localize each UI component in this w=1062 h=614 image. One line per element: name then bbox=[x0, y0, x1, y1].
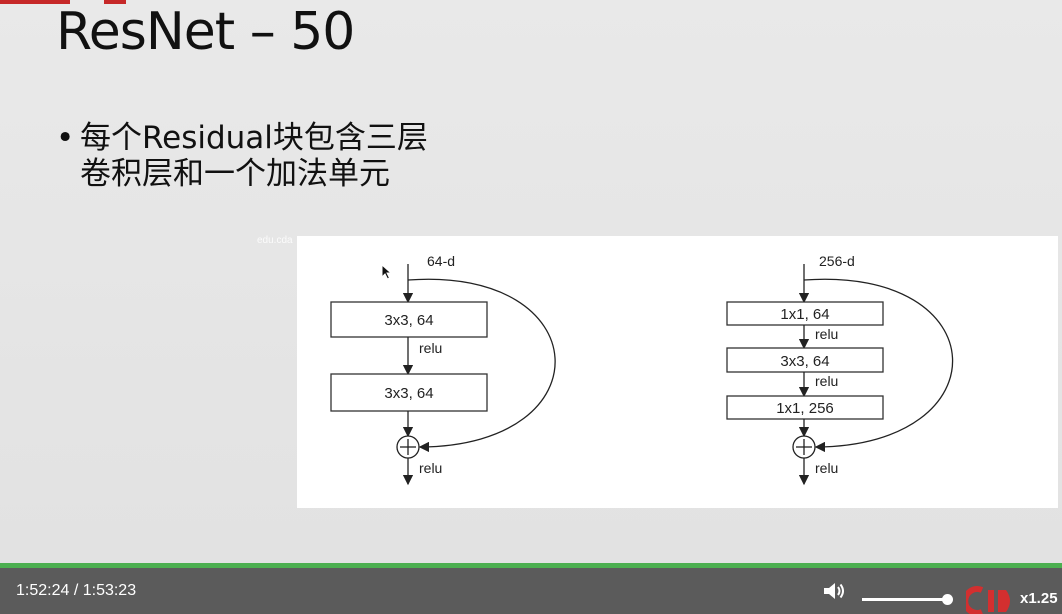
watermark: edu.cda bbox=[257, 235, 293, 246]
left-relu-label-2: relu bbox=[419, 460, 442, 476]
mouse-cursor-icon bbox=[381, 264, 393, 280]
slide-title: ResNet – 50 bbox=[56, 2, 355, 62]
left-relu-label-1: relu bbox=[419, 340, 442, 356]
right-layer-label-1: 1x1, 64 bbox=[780, 306, 829, 323]
left-input-label: 64-d bbox=[427, 253, 455, 269]
left-layer-label-2: 3x3, 64 bbox=[384, 385, 433, 402]
right-layer-label-3: 1x1, 256 bbox=[776, 400, 834, 417]
speaker-icon[interactable] bbox=[822, 580, 846, 602]
cda-logo-icon bbox=[966, 586, 1010, 614]
time-display: 1:52:24 / 1:53:23 bbox=[16, 582, 137, 599]
residual-diagram: 64-d 3x3, 64 relu 3x3, 64 relu 256-d 1x1… bbox=[330, 253, 954, 486]
volume-slider[interactable] bbox=[862, 598, 950, 601]
right-input-label: 256-d bbox=[819, 253, 855, 269]
residual-block-figure: 64-d 3x3, 64 relu 3x3, 64 relu 256-d 1x1… bbox=[297, 236, 1058, 508]
right-residual-block: 256-d 1x1, 64 relu 3x3, 64 relu 1x1, 256… bbox=[726, 253, 954, 486]
bullet-dot: • bbox=[56, 120, 75, 156]
right-layer-label-2: 3x3, 64 bbox=[780, 353, 829, 370]
left-layer-label-1: 3x3, 64 bbox=[384, 312, 433, 329]
bullet-text: 每个Residual块包含三层卷积层和一个加法单元 bbox=[80, 120, 428, 192]
volume-slider-handle[interactable] bbox=[942, 594, 953, 605]
player-controls: 1:52:24 / 1:53:23 x1.25 bbox=[0, 568, 1062, 614]
slide: ResNet – 50 • 每个Residual块包含三层卷积层和一个加法单元 … bbox=[0, 0, 1062, 563]
right-relu-label-2: relu bbox=[815, 373, 838, 389]
left-residual-block: 64-d 3x3, 64 relu 3x3, 64 relu bbox=[330, 253, 556, 486]
right-relu-label-3: relu bbox=[815, 460, 838, 476]
right-relu-label-1: relu bbox=[815, 326, 838, 342]
playback-speed-button[interactable]: x1.25 bbox=[1020, 590, 1058, 607]
